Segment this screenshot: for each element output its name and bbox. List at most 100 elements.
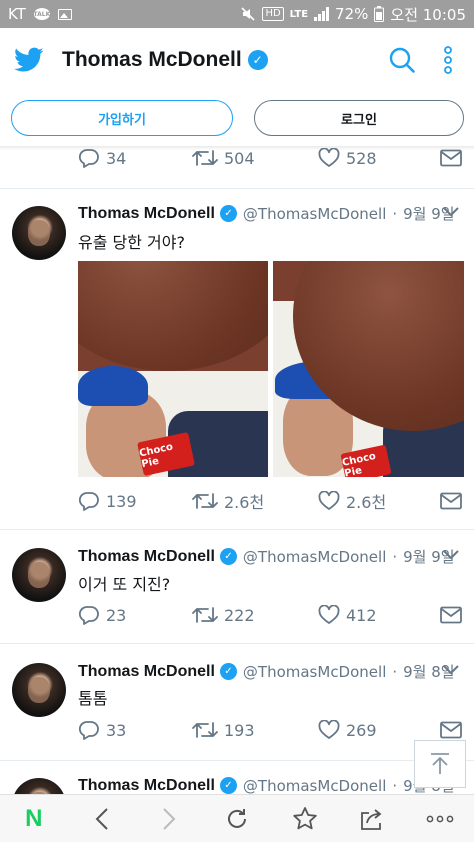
separator-dot: · — [392, 776, 398, 795]
verified-badge-icon: ✓ — [247, 50, 268, 70]
app-header: Thomas McDonell ✓ — [0, 28, 474, 92]
tweet-actions: 23 222 412 — [78, 603, 468, 627]
signal-icon — [314, 7, 330, 21]
search-icon[interactable] — [388, 46, 416, 74]
message-button[interactable] — [440, 492, 462, 510]
reply-icon — [78, 606, 99, 625]
reply-button[interactable]: 139 — [78, 491, 137, 511]
avatar[interactable] — [12, 206, 66, 260]
reply-button[interactable]: 23 — [78, 605, 126, 625]
chevron-right-icon — [163, 807, 176, 830]
tweet-author-name[interactable]: Thomas McDonell — [78, 663, 215, 681]
message-button[interactable] — [440, 606, 462, 624]
message-button[interactable] — [440, 721, 462, 739]
like-button[interactable]: 2.6천 — [318, 489, 386, 513]
avatar[interactable] — [12, 548, 66, 602]
bookmark-button[interactable] — [285, 799, 325, 839]
naver-logo-icon: N — [25, 804, 43, 832]
chevron-left-icon — [95, 807, 108, 830]
forward-button[interactable] — [149, 799, 189, 839]
status-bar: KT TALK HD LTE 72% 오전 10:05 — [0, 0, 474, 28]
reply-count: 34 — [106, 148, 127, 168]
retweet-count: 504 — [224, 148, 255, 168]
chevron-down-icon[interactable] — [442, 206, 460, 218]
verified-badge-icon: ✓ — [219, 548, 237, 565]
lte-indicator: LTE — [289, 8, 309, 20]
refresh-button[interactable] — [217, 799, 257, 839]
message-button[interactable] — [440, 149, 462, 167]
retweet-count: 222 — [224, 605, 255, 625]
verified-badge-icon: ✓ — [219, 663, 237, 680]
tweet-actions: 33 193 269 — [78, 718, 468, 742]
like-button[interactable]: 528 — [318, 148, 377, 168]
retweet-button[interactable]: 2.6천 — [192, 489, 264, 513]
heart-icon — [318, 148, 340, 167]
like-button[interactable]: 412 — [318, 605, 377, 625]
retweet-icon — [192, 607, 218, 623]
tweet-photo[interactable]: Choco Pie — [78, 261, 268, 477]
tweet-divider — [0, 760, 474, 761]
like-count: 269 — [346, 720, 377, 740]
auth-bar: 가입하기 로그인 — [0, 100, 474, 140]
login-button[interactable]: 로그인 — [254, 100, 464, 136]
star-icon — [292, 806, 317, 829]
browser-bottom-nav: N — [0, 794, 474, 842]
tweet-text: 톰톰 — [78, 689, 108, 708]
tweet-author-handle[interactable]: @ThomasMcDonell — [243, 663, 386, 681]
heart-icon — [318, 491, 340, 510]
tweet-author-name[interactable]: Thomas McDonell — [78, 777, 215, 795]
envelope-icon — [440, 492, 462, 510]
scroll-to-top-button[interactable] — [414, 740, 466, 788]
tweet-author-handle[interactable]: @ThomasMcDonell — [243, 548, 386, 566]
reply-button[interactable]: 33 — [78, 720, 126, 740]
photo-thumb — [78, 261, 268, 371]
reply-count: 33 — [106, 720, 127, 740]
twitter-bird-icon[interactable] — [14, 47, 44, 73]
envelope-icon — [440, 149, 462, 167]
kakaotalk-icon: TALK — [33, 8, 50, 20]
avatar[interactable] — [12, 663, 66, 717]
tweet-actions: 139 2.6천 2.6천 — [78, 489, 468, 513]
like-count: 412 — [346, 605, 377, 625]
reply-icon — [78, 492, 99, 511]
reply-count: 139 — [106, 491, 137, 511]
reply-icon — [78, 149, 99, 168]
tweet-text: 유출 당한 거야? — [78, 233, 185, 252]
retweet-icon — [192, 722, 218, 738]
more-vertical-icon[interactable] — [444, 46, 452, 74]
retweet-button[interactable]: 504 — [192, 148, 255, 168]
chevron-down-icon[interactable] — [442, 664, 460, 676]
tweet-text: 이거 또 지진? — [78, 575, 171, 594]
mute-icon — [241, 7, 256, 21]
tweet-author-handle[interactable]: @ThomasMcDonell — [243, 205, 386, 223]
reply-icon — [78, 721, 99, 740]
reply-button[interactable]: 34 — [78, 148, 126, 168]
like-button[interactable]: 269 — [318, 720, 377, 740]
retweet-icon — [192, 493, 218, 509]
signup-button[interactable]: 가입하기 — [11, 100, 233, 136]
more-menu-button[interactable] — [420, 799, 460, 839]
carrier-label: KT — [8, 5, 26, 23]
tweet-author-name[interactable]: Thomas McDonell — [78, 205, 215, 223]
tweet-header: Thomas McDonell ✓ @ThomasMcDonell · 9월 8… — [78, 775, 455, 796]
hd-indicator: HD — [262, 7, 284, 21]
retweet-button[interactable]: 222 — [192, 605, 255, 625]
tweet-header: Thomas McDonell ✓ @ThomasMcDonell · 9월 8… — [78, 661, 455, 682]
retweet-icon — [192, 150, 218, 166]
tweet-divider — [0, 529, 474, 530]
retweet-count: 193 — [224, 720, 255, 740]
refresh-icon — [227, 808, 246, 828]
naver-home-button[interactable]: N — [14, 799, 54, 839]
clock: 오전 10:05 — [390, 5, 466, 24]
chevron-down-icon[interactable] — [442, 549, 460, 561]
tweet-header: Thomas McDonell ✓ @ThomasMcDonell · 9월 9… — [78, 203, 455, 224]
battery-icon — [374, 6, 385, 22]
tweet-photo[interactable]: Choco Pie — [273, 261, 464, 477]
tweet-divider — [0, 643, 474, 644]
back-button[interactable] — [82, 799, 122, 839]
share-button[interactable] — [352, 799, 392, 839]
retweet-count: 2.6천 — [224, 493, 265, 512]
tweet-author-handle[interactable]: @ThomasMcDonell — [243, 777, 386, 795]
retweet-button[interactable]: 193 — [192, 720, 255, 740]
tweet-author-name[interactable]: Thomas McDonell — [78, 548, 215, 566]
